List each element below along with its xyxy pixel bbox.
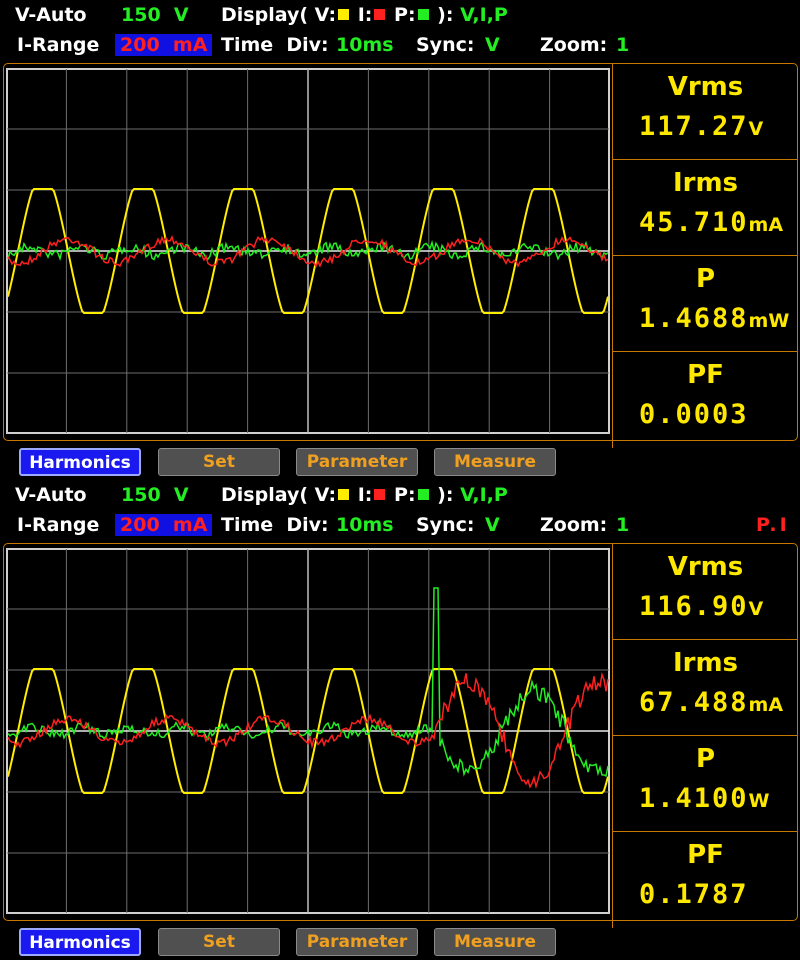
value-unit: V bbox=[748, 118, 764, 140]
value-unit: mW bbox=[748, 310, 790, 332]
measurement-value: 67.488mA bbox=[639, 687, 783, 718]
display-label: Display( bbox=[221, 484, 309, 506]
measurement-name: P bbox=[695, 264, 716, 294]
scope-panel-1: V-Auto 150 V Display( V: I: P: ): V,I,P … bbox=[0, 0, 800, 480]
current-swatch bbox=[374, 9, 386, 20]
disp-i-label: I: bbox=[357, 4, 373, 26]
i-range-value[interactable]: 200 mA bbox=[115, 34, 213, 56]
display-setting: Display( V: I: P: ): V,I,P bbox=[221, 4, 508, 26]
disp-close: ): bbox=[437, 484, 454, 506]
value-unit: mA bbox=[748, 214, 784, 236]
time-div-label: Time Div: bbox=[221, 514, 329, 536]
set-button[interactable]: Set bbox=[158, 448, 280, 476]
value-unit: W bbox=[748, 790, 770, 812]
disp-i-label: I: bbox=[357, 484, 373, 506]
value-number: 117.27 bbox=[639, 111, 749, 142]
status-indicator: P.I bbox=[756, 514, 790, 536]
i-range-value[interactable]: 200 mA bbox=[115, 514, 213, 536]
value-number: 1.4100 bbox=[639, 783, 749, 814]
power-swatch bbox=[417, 9, 429, 20]
waveform-display bbox=[6, 548, 610, 914]
measurement-irms: Irms 45.710mA bbox=[612, 160, 798, 256]
scope-panel-2: V-Auto 150 V Display( V: I: P: ): V,I,P … bbox=[0, 480, 800, 960]
value-unit: V bbox=[748, 598, 764, 620]
zoom-label: Zoom: bbox=[540, 34, 608, 56]
measurement-vrms: Vrms 116.90V bbox=[612, 544, 798, 640]
measurement-value: 45.710mA bbox=[639, 207, 783, 238]
i-range-label: I-Range bbox=[17, 34, 100, 56]
disp-v-label: V: bbox=[314, 4, 337, 26]
time-div-value: 10ms bbox=[336, 34, 394, 56]
measurement-power: P 1.4688mW bbox=[612, 256, 798, 352]
zoom-label: Zoom: bbox=[540, 514, 608, 536]
display-label: Display( bbox=[221, 4, 309, 26]
disp-p-label: P: bbox=[394, 484, 416, 506]
measurement-name: PF bbox=[687, 360, 724, 390]
measurement-name: Irms bbox=[672, 168, 739, 198]
harmonics-button[interactable]: Harmonics bbox=[19, 448, 141, 476]
voltage-swatch bbox=[338, 9, 350, 20]
zoom-value: 1 bbox=[616, 514, 630, 536]
value-number: 1.4688 bbox=[639, 303, 749, 334]
parameter-button[interactable]: Parameter bbox=[296, 928, 418, 956]
i-range-label: I-Range bbox=[17, 514, 100, 536]
value-number: 67.488 bbox=[639, 687, 749, 718]
measurement-name: P bbox=[695, 744, 716, 774]
measurement-value: 1.4100W bbox=[639, 783, 770, 814]
disp-v-label: V: bbox=[314, 484, 337, 506]
value-number: 45.710 bbox=[639, 207, 749, 238]
measurement-name: Vrms bbox=[667, 72, 744, 102]
measurement-irms: Irms 67.488mA bbox=[612, 640, 798, 736]
time-div-label: Time Div: bbox=[221, 34, 329, 56]
sync-label: Sync: bbox=[416, 514, 475, 536]
measurement-pf: PF 0.0003 bbox=[612, 352, 798, 448]
disp-close: ): bbox=[437, 4, 454, 26]
sync-value: V bbox=[485, 514, 500, 536]
display-value: V,I,P bbox=[460, 4, 508, 26]
v-mode: V-Auto bbox=[15, 484, 87, 506]
measurement-power: P 1.4100W bbox=[612, 736, 798, 832]
measurement-value: 0.0003 bbox=[639, 399, 749, 430]
voltage-swatch bbox=[338, 489, 350, 500]
sync-value: V bbox=[485, 34, 500, 56]
measurement-name: Vrms bbox=[667, 552, 744, 582]
display-setting: Display( V: I: P: ): V,I,P bbox=[221, 484, 508, 506]
waveform-display bbox=[6, 68, 610, 434]
disp-p-label: P: bbox=[394, 4, 416, 26]
harmonics-button[interactable]: Harmonics bbox=[19, 928, 141, 956]
v-range: 150 V bbox=[121, 484, 189, 506]
value-number: 0.0003 bbox=[639, 399, 749, 430]
measurement-value: 117.27V bbox=[639, 111, 763, 142]
measurement-name: Irms bbox=[672, 648, 739, 678]
value-number: 0.1787 bbox=[639, 879, 749, 910]
measurement-pf: PF 0.1787 bbox=[612, 832, 798, 928]
measurement-value: 116.90V bbox=[639, 591, 763, 622]
measure-button[interactable]: Measure bbox=[434, 928, 556, 956]
measure-button[interactable]: Measure bbox=[434, 448, 556, 476]
parameter-button[interactable]: Parameter bbox=[296, 448, 418, 476]
measurement-name: PF bbox=[687, 840, 724, 870]
sync-label: Sync: bbox=[416, 34, 475, 56]
current-swatch bbox=[374, 489, 386, 500]
v-mode: V-Auto bbox=[15, 4, 87, 26]
measurement-value: 0.1787 bbox=[639, 879, 749, 910]
v-range: 150 V bbox=[121, 4, 189, 26]
display-value: V,I,P bbox=[460, 484, 508, 506]
power-swatch bbox=[417, 489, 429, 500]
measurement-value: 1.4688mW bbox=[639, 303, 789, 334]
value-unit: mA bbox=[748, 694, 784, 716]
time-div-value: 10ms bbox=[336, 514, 394, 536]
set-button[interactable]: Set bbox=[158, 928, 280, 956]
value-number: 116.90 bbox=[639, 591, 749, 622]
measurement-vrms: Vrms 117.27V bbox=[612, 64, 798, 160]
zoom-value: 1 bbox=[616, 34, 630, 56]
